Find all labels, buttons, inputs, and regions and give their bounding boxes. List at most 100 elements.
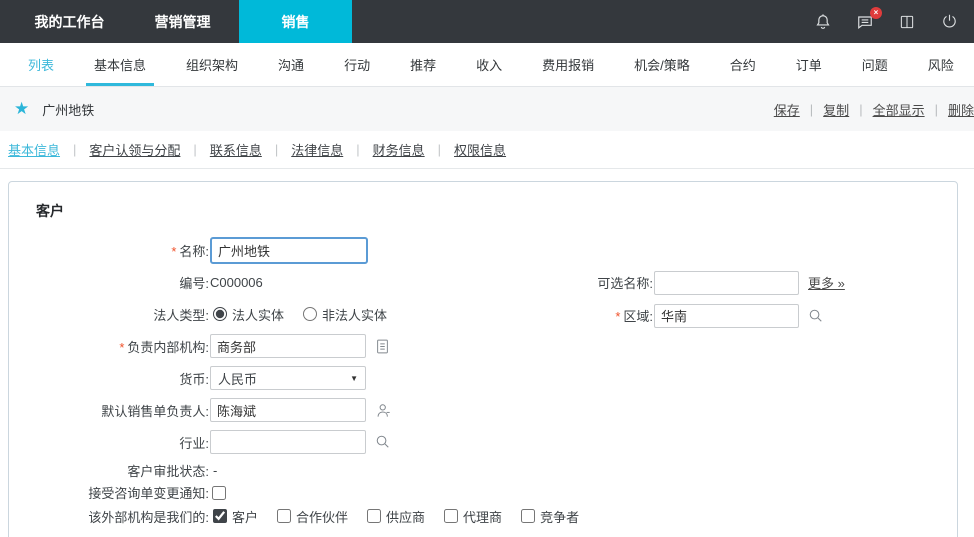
role-agent-checkbox[interactable] <box>444 509 459 523</box>
seclink-claim-assign[interactable]: 客户认领与分配 <box>89 140 180 159</box>
legal-entity-option[interactable]: 法人实体 <box>212 305 284 324</box>
role-competitor-checkbox[interactable] <box>521 509 536 523</box>
message-badge: × <box>870 6 882 19</box>
seclink-finance-info[interactable]: 财务信息 <box>373 140 425 159</box>
currency-label: 货币: <box>179 371 209 387</box>
power-icon[interactable] <box>938 11 960 33</box>
name-input[interactable] <box>210 236 368 264</box>
seclink-basic-info[interactable]: 基本信息 <box>8 140 60 159</box>
field-row-industry: 行业: <box>9 426 957 458</box>
field-row-responsible-org: * 负责内部机构: <box>9 330 957 362</box>
delete-button[interactable]: 删除 <box>948 100 974 119</box>
change-notice-label: 接受咨询单变更通知: <box>88 486 209 501</box>
legal-type-label: 法人类型: <box>153 307 209 323</box>
seclink-permission-info[interactable]: 权限信息 <box>454 140 506 159</box>
org-list-icon[interactable] <box>375 338 390 355</box>
approval-status-label: 客户审批状态: <box>127 463 209 479</box>
code-label: 编号: <box>179 275 209 291</box>
tab-action[interactable]: 行动 <box>324 43 390 86</box>
role-partner-checkbox[interactable] <box>277 509 292 523</box>
tab-communication[interactable]: 沟通 <box>258 43 324 86</box>
role-customer-checkbox[interactable] <box>213 509 227 523</box>
record-title: 广州地铁 <box>42 102 95 118</box>
name-label: 名称: <box>179 243 209 259</box>
search-icon[interactable] <box>375 434 391 450</box>
org-roles-label: 该外部机构是我们的: <box>88 509 209 525</box>
sales-owner-label: 默认销售单负责人: <box>101 403 209 419</box>
tab-income[interactable]: 收入 <box>456 43 522 86</box>
field-row-name: * 名称: <box>9 234 957 266</box>
module-nav: 列表 基本信息 组织架构 沟通 行动 推荐 收入 费用报销 机会/策略 合约 订… <box>0 43 974 87</box>
star-icon[interactable]: ★ <box>14 99 29 119</box>
region-label: 区域: <box>623 309 653 324</box>
customer-form-panel: 客户 *名称: 编号: C000006 法人类型: 法人实体 非法人实体 <box>8 181 958 537</box>
message-icon[interactable]: × <box>854 6 882 33</box>
tab-opportunity[interactable]: 机会/策略 <box>614 43 710 86</box>
seclink-contact-info[interactable]: 联系信息 <box>210 140 262 159</box>
form-right-column: 可选名称: 更多 » * 区域: <box>561 266 845 332</box>
field-row-currency: 货币: 人民币 ▼ <box>9 362 957 394</box>
approval-status-value: - <box>213 462 218 478</box>
field-row-org-roles: 该外部机构是我们的: 客户 合作伙伴 供应商 代理商 竞争者 <box>9 503 957 529</box>
role-agent-option[interactable]: 代理商 <box>443 507 502 526</box>
alt-name-label: 可选名称: <box>597 276 653 291</box>
topbar-tab-marketing[interactable]: 营销管理 <box>126 0 239 43</box>
field-row-approval-status: 客户审批状态: - <box>9 458 957 482</box>
field-row-sales-owner: 默认销售单负责人: <box>9 394 957 426</box>
required-marker: * <box>119 339 125 355</box>
role-competitor-option[interactable]: 竞争者 <box>520 507 579 526</box>
role-customer-option[interactable]: 客户 <box>212 507 258 526</box>
tab-order[interactable]: 订单 <box>776 43 842 86</box>
field-row-change-notice: 接受咨询单变更通知: <box>9 482 957 503</box>
legal-entity-radio[interactable] <box>213 307 227 321</box>
record-header: ★ 广州地铁 保存 | 复制 | 全部显示 | 删除 <box>0 87 974 131</box>
region-input[interactable] <box>654 303 799 328</box>
form-section-title: 客户 <box>36 203 64 219</box>
currency-value: 人民币 <box>218 371 258 387</box>
copy-button[interactable]: 复制 <box>823 100 849 119</box>
role-supplier-checkbox[interactable] <box>367 509 382 523</box>
responsible-org-input[interactable] <box>210 334 366 358</box>
alt-name-input[interactable] <box>654 270 799 295</box>
non-legal-entity-option[interactable]: 非法人实体 <box>302 305 387 324</box>
industry-input[interactable] <box>210 430 366 454</box>
seclink-legal-info[interactable]: 法律信息 <box>291 140 343 159</box>
bell-icon[interactable] <box>812 11 834 33</box>
person-icon[interactable] <box>375 402 392 419</box>
customer-form: *名称: 编号: C000006 法人类型: 法人实体 非法人实体 *负责内部机… <box>9 234 957 537</box>
tab-basic-info[interactable]: 基本信息 <box>74 43 166 86</box>
topbar-icons: × <box>812 0 974 43</box>
field-row-alt-name: 可选名称: 更多 » <box>561 266 845 299</box>
tab-contract[interactable]: 合约 <box>710 43 776 86</box>
columns-icon[interactable] <box>896 11 918 33</box>
change-notice-checkbox[interactable] <box>212 485 226 500</box>
code-value: C000006 <box>210 274 263 290</box>
record-actions: 保存 | 复制 | 全部显示 | 删除 <box>773 100 974 119</box>
required-marker: * <box>615 309 621 324</box>
top-bar: 我的工作台 营销管理 销售 × <box>0 0 974 43</box>
tab-issue[interactable]: 问题 <box>842 43 908 86</box>
chevron-down-icon: ▼ <box>350 373 358 383</box>
responsible-org-label: 负责内部机构: <box>127 339 209 355</box>
currency-select[interactable]: 人民币 ▼ <box>210 366 366 390</box>
more-link[interactable]: 更多 » <box>808 273 845 292</box>
topbar-tab-workspace[interactable]: 我的工作台 <box>13 0 126 43</box>
role-partner-option[interactable]: 合作伙伴 <box>276 507 348 526</box>
industry-label: 行业: <box>179 435 209 451</box>
section-nav: 基本信息 | 客户认领与分配 | 联系信息 | 法律信息 | 财务信息 | 权限… <box>0 131 974 169</box>
non-legal-entity-radio[interactable] <box>303 307 318 321</box>
tab-risk[interactable]: 风险 <box>908 43 974 86</box>
tab-recommend[interactable]: 推荐 <box>390 43 456 86</box>
tab-org-structure[interactable]: 组织架构 <box>166 43 258 86</box>
search-icon[interactable] <box>808 308 824 324</box>
tab-expense[interactable]: 费用报销 <box>522 43 614 86</box>
tab-list[interactable]: 列表 <box>8 43 74 86</box>
show-all-button[interactable]: 全部显示 <box>873 100 925 119</box>
sales-owner-input[interactable] <box>210 398 366 422</box>
required-marker: * <box>171 243 177 259</box>
role-supplier-option[interactable]: 供应商 <box>366 507 425 526</box>
topbar-tab-sales[interactable]: 销售 <box>239 0 352 43</box>
save-button[interactable]: 保存 <box>774 100 800 119</box>
field-row-region: * 区域: <box>561 299 845 332</box>
